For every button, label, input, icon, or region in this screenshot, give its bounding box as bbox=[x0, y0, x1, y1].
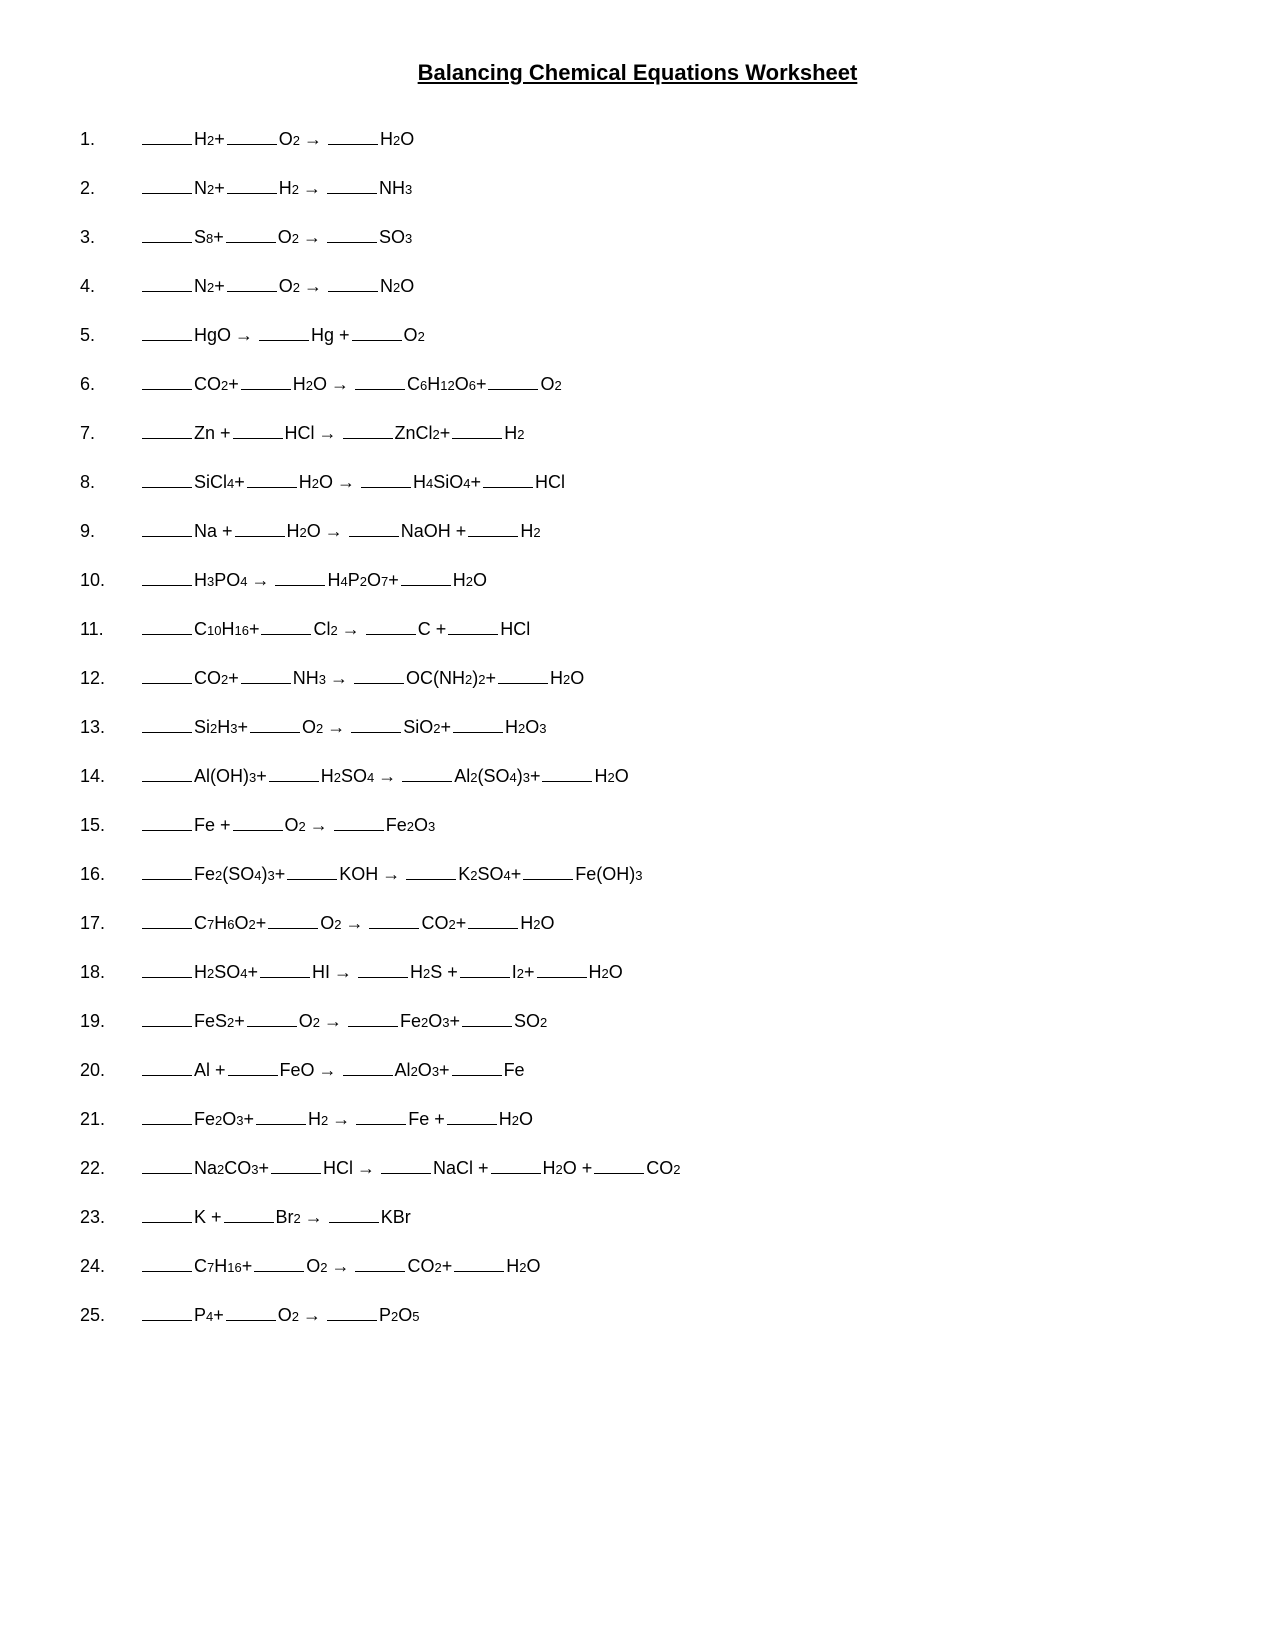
equation-content: HgO → Hg + O2 bbox=[140, 322, 425, 349]
equation-number: 13. bbox=[80, 714, 140, 741]
equation-number: 18. bbox=[80, 959, 140, 986]
equation-content: FeS2 + O2 → Fe2O3 + SO2 bbox=[140, 1008, 547, 1035]
equation-content: P4 + O2 → P2O5 bbox=[140, 1302, 420, 1329]
equation-number: 3. bbox=[80, 224, 140, 251]
equation-content: H2 + O2 → H2O bbox=[140, 126, 414, 153]
equation-item: 18. H2SO4 + HI → H2S + I2 + H2O bbox=[80, 959, 1195, 986]
equation-content: N2 + O2 → N2O bbox=[140, 273, 414, 300]
equation-content: C7H16 + O2 → CO2 + H2O bbox=[140, 1253, 540, 1280]
equation-content: Zn + HCl → ZnCl2 + H2 bbox=[140, 420, 525, 447]
equation-content: N2 + H2 → NH3 bbox=[140, 175, 412, 202]
equation-item: 5. HgO → Hg + O2 bbox=[80, 322, 1195, 349]
equation-number: 7. bbox=[80, 420, 140, 447]
equation-content: S8 + O2 → SO3 bbox=[140, 224, 412, 251]
equation-number: 9. bbox=[80, 518, 140, 545]
equation-item: 14. Al(OH)3 + H2SO4 → Al2(SO4)3 + H2O bbox=[80, 763, 1195, 790]
equation-number: 23. bbox=[80, 1204, 140, 1231]
equation-number: 21. bbox=[80, 1106, 140, 1133]
equation-number: 16. bbox=[80, 861, 140, 888]
equation-number: 25. bbox=[80, 1302, 140, 1329]
equation-number: 10. bbox=[80, 567, 140, 594]
equation-content: CO2 + H2O → C6H12O6 + O2 bbox=[140, 371, 562, 398]
equation-item: 6. CO2 + H2O → C6H12O6 + O2 bbox=[80, 371, 1195, 398]
equation-number: 15. bbox=[80, 812, 140, 839]
equation-item: 22. Na2CO3 + HCl → NaCl + H2O + CO2 bbox=[80, 1155, 1195, 1182]
equation-item: 13. Si2H3 + O2 → SiO2 + H2O3 bbox=[80, 714, 1195, 741]
equation-item: 24. C7H16 + O2 → CO2 + H2O bbox=[80, 1253, 1195, 1280]
equation-item: 11. C10H16 + Cl2 → C + HCl bbox=[80, 616, 1195, 643]
equation-content: CO2 + NH3 → OC(NH2)2 + H2O bbox=[140, 665, 584, 692]
equation-number: 4. bbox=[80, 273, 140, 300]
equation-item: 4. N2 + O2 → N2O bbox=[80, 273, 1195, 300]
equation-content: Si2H3 + O2 → SiO2 + H2O3 bbox=[140, 714, 547, 741]
equation-number: 8. bbox=[80, 469, 140, 496]
equation-item: 10. H3PO4 → H4P2O7 + H2O bbox=[80, 567, 1195, 594]
equation-content: Fe + O2 → Fe2O3 bbox=[140, 812, 435, 839]
equation-item: 16. Fe2(SO4)3 + KOH → K2SO4 + Fe(OH)3 bbox=[80, 861, 1195, 888]
equation-number: 6. bbox=[80, 371, 140, 398]
equation-content: K + Br2 → KBr bbox=[140, 1204, 411, 1231]
equation-item: 12. CO2 + NH3 → OC(NH2)2 + H2O bbox=[80, 665, 1195, 692]
equation-item: 21. Fe2O3 + H2 → Fe + H2O bbox=[80, 1106, 1195, 1133]
equation-number: 11. bbox=[80, 616, 140, 643]
equation-item: 7. Zn + HCl → ZnCl2 + H2 bbox=[80, 420, 1195, 447]
equation-content: C10H16 + Cl2 → C + HCl bbox=[140, 616, 530, 643]
equation-item: 2. N2 + H2 → NH3 bbox=[80, 175, 1195, 202]
equation-number: 19. bbox=[80, 1008, 140, 1035]
equation-number: 5. bbox=[80, 322, 140, 349]
equation-content: Al + FeO → Al2O3 + Fe bbox=[140, 1057, 525, 1084]
equation-item: 15. Fe + O2 → Fe2O3 bbox=[80, 812, 1195, 839]
equation-content: H3PO4 → H4P2O7 + H2O bbox=[140, 567, 487, 594]
equation-item: 8. SiCl4 + H2O → H4SiO4 + HCl bbox=[80, 469, 1195, 496]
equation-number: 22. bbox=[80, 1155, 140, 1182]
equation-content: Fe2O3 + H2 → Fe + H2O bbox=[140, 1106, 533, 1133]
equation-content: SiCl4 + H2O → H4SiO4 + HCl bbox=[140, 469, 565, 496]
equation-content: Na + H2O → NaOH + H2 bbox=[140, 518, 541, 545]
equation-item: 20. Al + FeO → Al2O3 + Fe bbox=[80, 1057, 1195, 1084]
equation-number: 24. bbox=[80, 1253, 140, 1280]
equation-number: 1. bbox=[80, 126, 140, 153]
equation-number: 20. bbox=[80, 1057, 140, 1084]
equation-item: 1. H2 + O2 → H2O bbox=[80, 126, 1195, 153]
equation-content: H2SO4 + HI → H2S + I2 + H2O bbox=[140, 959, 623, 986]
equation-content: Na2CO3 + HCl → NaCl + H2O + CO2 bbox=[140, 1155, 681, 1182]
equation-number: 17. bbox=[80, 910, 140, 937]
equation-number: 14. bbox=[80, 763, 140, 790]
equation-item: 25. P4 + O2 → P2O5 bbox=[80, 1302, 1195, 1329]
equation-content: Fe2(SO4)3 + KOH → K2SO4 + Fe(OH)3 bbox=[140, 861, 643, 888]
equation-list: 1. H2 + O2 → H2O2. N2 + H2 → NH33. S8 + … bbox=[80, 126, 1195, 1329]
equation-number: 12. bbox=[80, 665, 140, 692]
equation-item: 19. FeS2 + O2 → Fe2O3 + SO2 bbox=[80, 1008, 1195, 1035]
equation-content: C7H6O2 + O2 → CO2 + H2O bbox=[140, 910, 554, 937]
equation-item: 23. K + Br2 → KBr bbox=[80, 1204, 1195, 1231]
page-title: Balancing Chemical Equations Worksheet bbox=[80, 60, 1195, 86]
equation-number: 2. bbox=[80, 175, 140, 202]
equation-item: 17. C7H6O2 + O2 → CO2 + H2O bbox=[80, 910, 1195, 937]
equation-item: 9. Na + H2O → NaOH + H2 bbox=[80, 518, 1195, 545]
equation-item: 3. S8 + O2 → SO3 bbox=[80, 224, 1195, 251]
equation-content: Al(OH)3 + H2SO4 → Al2(SO4)3 + H2O bbox=[140, 763, 629, 790]
